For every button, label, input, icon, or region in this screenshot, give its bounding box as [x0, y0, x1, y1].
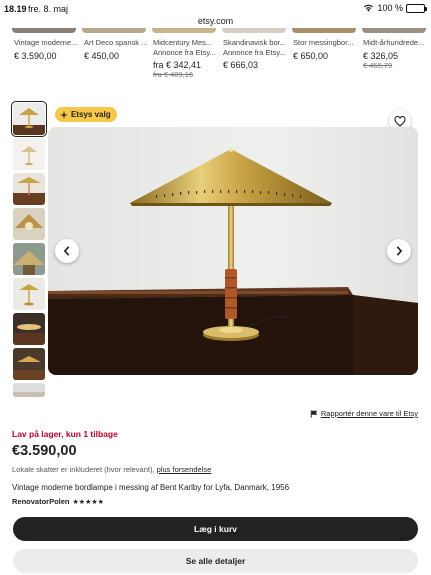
previous-image-button[interactable] [55, 239, 79, 263]
shop-name[interactable]: RenovatorPolen [12, 497, 70, 506]
product-price: €3.590,00 [12, 443, 77, 459]
see-details-button[interactable]: Se alle detaljer [13, 549, 418, 573]
status-icons: 100 % [363, 3, 427, 13]
next-image-button[interactable] [387, 239, 411, 263]
thumbnail[interactable] [13, 383, 45, 397]
low-stock-notice: Lav på lager, kun 1 tilbage [12, 429, 118, 439]
star-rating: ★★★★★ [72, 498, 104, 506]
battery-percent: 100 % [377, 3, 403, 13]
thumbnail[interactable] [11, 101, 47, 137]
tax-info: Lokale skatter er inkluderet (hvor relev… [12, 465, 211, 474]
related-item[interactable]: Midcentury Mes... Annonce fra Etsy... fr… [153, 38, 217, 80]
shipping-link[interactable]: plus forsendelse [157, 465, 212, 474]
thumbnail[interactable] [13, 208, 45, 240]
flag-icon [310, 409, 318, 418]
product-title: Vintage moderne bordlampe i messing af B… [12, 483, 290, 492]
related-item[interactable]: Stor messingbor... € 650,00 [293, 38, 357, 61]
thumbnail[interactable] [13, 313, 45, 345]
badge-label: Etsys valg [71, 110, 111, 119]
status-bar: 18.19 fre. 8. maj etsy.com 100 % [0, 0, 431, 26]
image-thumbnails [11, 101, 47, 400]
address-bar-url[interactable]: etsy.com [0, 16, 431, 26]
sparkle-icon [60, 110, 68, 119]
thumbnail[interactable] [13, 138, 45, 170]
chevron-right-icon [396, 246, 403, 256]
thumbnail[interactable] [13, 348, 45, 380]
related-item[interactable]: Art Deco spansk ... € 450,00 [84, 38, 148, 61]
related-items-strip[interactable]: Vintage moderne... € 3.590,00 Art Deco s… [0, 28, 431, 90]
clock: 18.19 [4, 4, 27, 14]
wifi-icon [364, 4, 374, 12]
related-item[interactable]: Midt-århundrede... € 326,05 € 465,79 [363, 38, 427, 71]
thumbnail[interactable] [13, 173, 45, 205]
report-label: Rapportér denne vare til Etsy [320, 409, 418, 418]
brass-lamp-photo [48, 127, 418, 375]
related-item[interactable]: Skandinavisk bor... Annonce fra Etsy... … [223, 38, 287, 70]
shop-info[interactable]: RenovatorPolen ★★★★★ [12, 497, 104, 506]
thumbnail[interactable] [13, 243, 45, 275]
etsys-pick-badge: Etsys valg [55, 107, 117, 122]
date: fre. 8. maj [28, 4, 69, 14]
related-item[interactable]: Vintage moderne... € 3.590,00 [14, 38, 78, 61]
chevron-left-icon [63, 246, 70, 256]
battery-icon [406, 3, 427, 13]
thumbnail[interactable] [13, 278, 45, 310]
report-item-link[interactable]: Rapportér denne vare til Etsy [310, 409, 418, 418]
heart-icon [394, 115, 406, 127]
tax-text: Lokale skatter er inkluderet (hvor relev… [12, 465, 155, 474]
add-to-cart-button[interactable]: Læg i kurv [13, 517, 418, 541]
main-product-image[interactable] [48, 127, 418, 375]
